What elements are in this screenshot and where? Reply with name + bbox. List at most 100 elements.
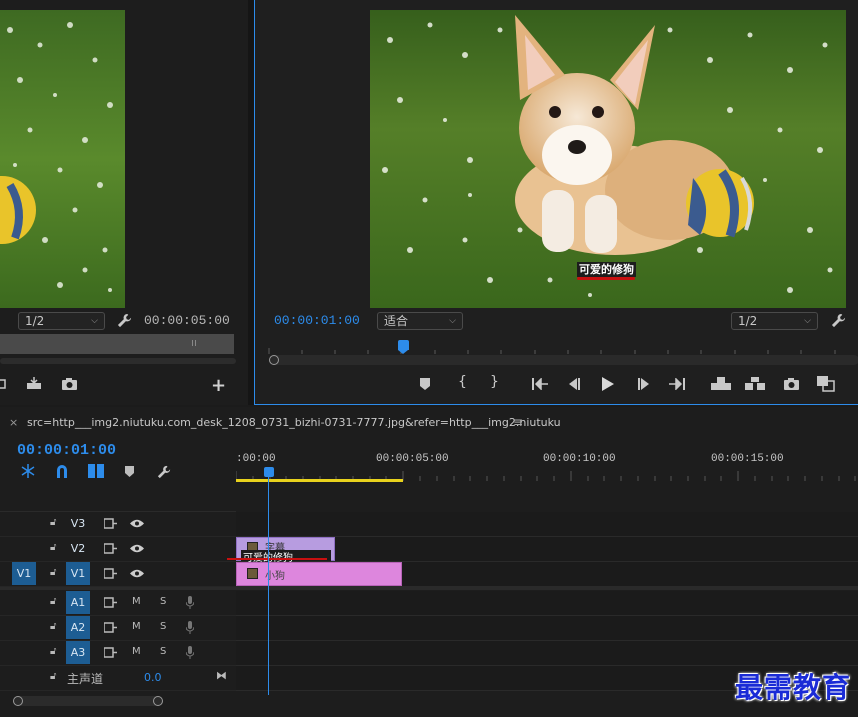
program-playhead[interactable] [398, 340, 409, 350]
track-target-v3[interactable]: V3 [66, 512, 90, 535]
master-volume-value[interactable]: 0.0 [144, 671, 162, 684]
lock-icon[interactable]: 🔓︎ [50, 542, 56, 553]
clip-v2-title[interactable]: 字幕 可爱的修狗 [227, 537, 335, 564]
track-header-v1: V1 🔓︎ V1 [0, 562, 236, 587]
go-to-out-icon[interactable] [669, 378, 685, 390]
program-zoom-dropdown[interactable]: 1/2 ⌵ [731, 312, 818, 330]
camera-icon[interactable] [62, 378, 77, 390]
program-playhead-tip [398, 350, 408, 354]
microphone-icon[interactable] [186, 596, 194, 609]
sync-lock-icon[interactable] [104, 568, 117, 579]
program-monitor: 可爱的修狗 00:00:01:00 适合 ⌵ 1/2 ⌵ {} [254, 0, 858, 405]
lane-a3[interactable] [236, 641, 858, 666]
timeline-playhead-handle[interactable] [264, 467, 274, 477]
track-target-a1[interactable]: A1 [66, 591, 90, 614]
ruler-label-1: 00:00:05:00 [376, 453, 449, 465]
lock-icon[interactable]: 🔓︎ [50, 621, 56, 632]
work-area-bar[interactable] [236, 479, 403, 482]
mark-out-icon[interactable]: } [490, 374, 499, 390]
eye-icon[interactable] [130, 518, 144, 529]
track-target-v2[interactable]: V2 [66, 537, 90, 560]
program-timecode[interactable]: 00:00:01:00 [274, 313, 360, 328]
lock-icon[interactable]: 🔓︎ [50, 517, 56, 528]
lock-icon[interactable]: 🔓︎ [50, 671, 56, 682]
lock-icon[interactable]: 🔓︎ [50, 646, 56, 657]
source-puppy-image-crop [0, 10, 125, 308]
microphone-icon[interactable] [186, 646, 194, 659]
lock-icon[interactable]: 🔓︎ [50, 596, 56, 607]
microphone-icon[interactable] [186, 621, 194, 634]
sync-lock-icon[interactable] [104, 647, 117, 658]
sync-lock-icon[interactable] [104, 518, 117, 529]
track-target-v1[interactable]: V1 [66, 562, 90, 585]
lane-v3[interactable] [236, 512, 858, 537]
mute-button[interactable]: M [132, 596, 141, 607]
comparison-view-icon[interactable] [817, 376, 835, 392]
overlay-title-text: 可爱的修狗 [577, 262, 636, 277]
mute-button[interactable]: M [132, 621, 141, 632]
solo-button[interactable]: S [160, 646, 166, 657]
track-header-a1: 🔓︎ A1 M S [0, 591, 236, 616]
nest-toggle-icon[interactable] [20, 464, 36, 478]
add-button-plus-icon[interactable]: + [211, 375, 226, 396]
source-timecode: 00:00:05:00 [144, 313, 230, 328]
camera-icon[interactable] [784, 378, 799, 390]
fit-dropdown[interactable]: 适合 ⌵ [377, 312, 463, 330]
overlay-title-underline [577, 277, 635, 280]
source-patch-v1[interactable]: V1 [12, 562, 36, 585]
video-audio-divider[interactable] [0, 587, 858, 590]
program-zoom-value: 1/2 [738, 314, 758, 328]
lock-icon[interactable]: 🔓︎ [50, 567, 56, 578]
track-target-a3[interactable]: A3 [66, 641, 90, 664]
sync-lock-icon[interactable] [104, 543, 117, 554]
clip-v1-puppy[interactable]: 小狗 [236, 562, 402, 586]
extract-icon[interactable] [745, 377, 765, 390]
export-frame-icon[interactable] [26, 377, 42, 390]
linked-selection-icon[interactable] [88, 464, 104, 478]
track-header-a3: 🔓︎ A3 M S [0, 641, 236, 666]
timeline-tab-label[interactable]: src=http___img2.niutuku.com_desk_1208_07… [27, 416, 561, 429]
solo-button[interactable]: S [160, 596, 166, 607]
chevron-down-icon: ⌵ [449, 316, 456, 326]
mark-in-icon[interactable]: { [458, 374, 467, 390]
track-target-a2[interactable]: A2 [66, 616, 90, 639]
solo-button[interactable]: S [160, 621, 166, 632]
sync-lock-icon[interactable] [104, 622, 117, 633]
timeline-timecode[interactable]: 00:00:01:00 [17, 442, 116, 459]
timeline-tab-close-icon[interactable]: × [9, 416, 18, 429]
fit-dropdown-value: 适合 [384, 314, 409, 328]
track-header-v2: 🔓︎ V2 [0, 537, 236, 562]
lane-a2[interactable] [236, 616, 858, 641]
timeline-zoom-scrollbar[interactable] [13, 696, 163, 706]
mute-button[interactable]: M [132, 646, 141, 657]
source-zoom-value: 1/2 [25, 314, 45, 328]
step-forward-icon[interactable] [637, 378, 651, 390]
insert-icon[interactable] [0, 378, 10, 390]
lane-a1[interactable] [236, 591, 858, 616]
lift-icon[interactable] [711, 377, 731, 390]
timeline-playhead-line [268, 477, 269, 695]
program-zoom-scrollbar[interactable] [269, 355, 858, 365]
eye-icon[interactable] [130, 568, 144, 579]
track-header-master: 🔓︎ 主声道 0.0 ⧓ [0, 666, 236, 691]
add-marker-icon[interactable] [125, 466, 134, 477]
source-zoom-dropdown[interactable]: 1/2 ⌵ [18, 312, 105, 330]
source-scrub-bar[interactable] [0, 334, 234, 354]
step-back-icon[interactable] [567, 378, 581, 390]
program-scrub-ruler[interactable] [267, 340, 858, 354]
play-icon[interactable] [602, 377, 614, 391]
go-to-end-icon[interactable]: ⧓ [216, 669, 227, 682]
source-zoom-scrollbar[interactable] [0, 358, 236, 364]
wrench-icon[interactable] [157, 465, 171, 479]
add-marker-icon[interactable] [420, 378, 430, 390]
wrench-icon[interactable] [117, 313, 132, 328]
clip-v2-underline [227, 558, 327, 560]
ruler-label-3: 00:00:15:00 [711, 453, 784, 465]
eye-icon[interactable] [130, 543, 144, 554]
hamburger-menu-icon[interactable]: ≡ [513, 415, 523, 429]
snap-magnet-icon[interactable] [55, 464, 69, 478]
wrench-icon[interactable] [831, 313, 846, 328]
chevron-down-icon: ⌵ [91, 316, 98, 326]
sync-lock-icon[interactable] [104, 597, 117, 608]
go-to-in-icon[interactable] [532, 378, 548, 390]
